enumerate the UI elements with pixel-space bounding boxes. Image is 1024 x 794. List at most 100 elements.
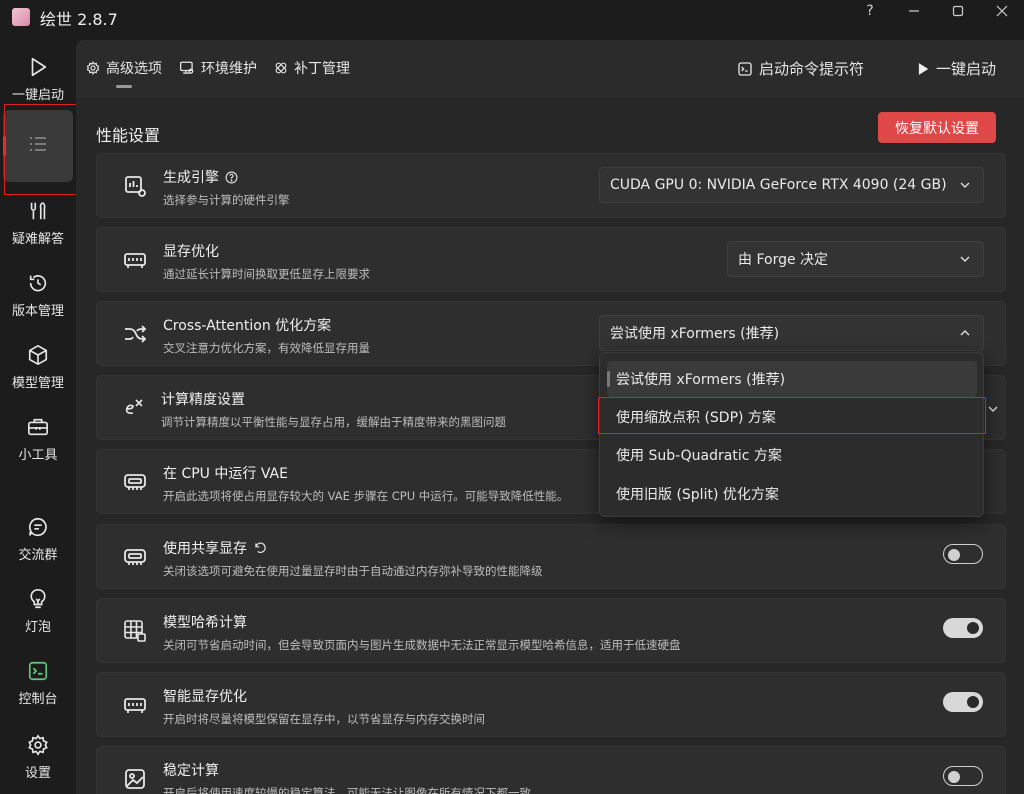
settings-icon [28,734,48,756]
dropdown-option-split[interactable]: 使用旧版 (Split) 优化方案 [600,476,983,512]
tab-patches[interactable]: 补丁管理 [274,58,350,78]
select-value: 由 Forge 决定 [738,252,829,268]
memory-icon [124,253,146,268]
toolbox-icon [28,418,48,436]
minimize-button[interactable] [892,0,936,22]
setting-description: 选择参与计算的硬件引擎 [163,193,290,207]
setting-title: 稳定计算 [163,763,219,779]
setting-vram-optimization: 显存优化 通过延长计算时间换取更低显存上限要求 由 Forge 决定 [96,227,1006,292]
terminal-icon [738,61,752,76]
setting-generation-engine: 生成引擎 选择参与计算的硬件引擎 CUDA GPU 0: NVIDIA GeFo… [96,153,1006,218]
gear-icon [86,61,100,75]
sidebar-item-console[interactable]: 控制台 [0,660,76,707]
sidebar-item-label: 疑难解答 [11,232,64,247]
sidebar-item-label: 版本管理 [11,304,64,319]
sidebar-item-advanced[interactable] [3,110,73,182]
minimize-icon [909,10,919,12]
setting-title-text: 使用共享显存 [163,541,247,557]
chevron-down-icon[interactable] [987,403,999,415]
toggle-knob [967,696,979,708]
tab-label: 高级选项 [106,61,162,77]
sidebar-item-launch[interactable]: 一键启动 [0,56,76,103]
dropdown-option-sdp[interactable]: 使用缩放点积 (SDP) 方案 [600,399,983,435]
setting-title: Cross-Attention 优化方案 [163,318,332,334]
setting-title: 模型哈希计算 [163,615,247,631]
setting-description: 调节计算精度以平衡性能与显存占用，缓解由于精度带来的黑图问题 [161,415,506,429]
active-tab-indicator [116,85,132,88]
sidebar-item-versions[interactable]: 版本管理 [0,272,76,319]
help-button[interactable]: ? [848,0,892,22]
help-icon[interactable] [225,171,238,184]
setting-title: 计算精度设置 [161,392,245,408]
select-value: 尝试使用 xFormers (推荐) [610,326,780,342]
selection-indicator [3,136,6,156]
dropdown-option-sub-quadratic[interactable]: 使用 Sub-Quadratic 方案 [600,437,983,473]
tab-label: 环境维护 [201,61,257,77]
setting-description: 交叉注意力优化方案，有效降低显存用量 [163,341,370,355]
maximize-button[interactable] [936,0,980,22]
one-click-launch-button[interactable]: 一键启动 [916,58,996,79]
history-icon [29,275,47,292]
calculator-grid-icon [124,620,146,642]
setting-title: 生成引擎 [163,167,238,187]
setting-description: 开启后将使用速度较慢的稳定算法，可能无法让图像在所有情况下都一致 [163,786,531,794]
sidebar-item-label: 一键启动 [11,88,64,103]
shared-vram-toggle[interactable] [943,544,983,564]
option-label: 尝试使用 xFormers (推荐) [616,372,786,388]
chevron-down-icon [960,182,970,188]
chevron-up-icon [960,330,970,336]
reset-defaults-button[interactable]: 恢复默认设置 [878,112,996,143]
sidebar-item-label: 控制台 [18,692,58,707]
setting-smart-vram: 智能显存优化 开启时将尽量将模型保留在显存中，以节省显存与内存交换时间 [96,672,1006,737]
model-hash-toggle[interactable] [943,618,983,638]
sidebar-item-label: 模型管理 [11,376,64,391]
option-label: 使用 Sub-Quadratic 方案 [616,448,782,464]
tab-advanced-options[interactable]: 高级选项 [86,58,162,78]
console-icon [28,661,48,681]
setting-title: 显存优化 [163,244,219,260]
toggle-knob [967,622,979,634]
setting-shared-vram: 使用共享显存 关闭该选项可避免在使用过量显存时由于自动通过内存弥补导致的性能降级 [96,524,1006,589]
sidebar: 一键启动 疑难解答 版本管理 模型管理 小工具 交流群 灯泡 控制台 设置 [0,38,76,794]
play-icon [918,62,929,75]
chip-gear-icon [125,176,146,197]
image-icon [125,769,145,789]
sidebar-item-settings[interactable]: 设置 [0,734,76,781]
close-button[interactable] [980,0,1024,22]
gpu-icon [124,474,146,490]
title-bar: 绘世 2.8.7 ? [0,0,1024,38]
list-icon [30,137,46,151]
stable-compute-toggle[interactable] [943,766,983,786]
exponent-icon [125,399,143,414]
smart-vram-toggle[interactable] [943,692,983,712]
sidebar-item-tools[interactable]: 小工具 [0,416,76,463]
console-button-label: 启动命令提示符 [759,60,865,78]
gpu-icon [124,549,146,565]
tab-label: 补丁管理 [294,61,350,77]
tab-environment[interactable]: 环境维护 [179,58,257,78]
setting-description: 开启此选项将使占用显存较大的 VAE 步骤在 CPU 中运行。可能导致降低性能。 [163,489,569,503]
cross-attention-select[interactable]: 尝试使用 xFormers (推荐) [599,315,984,351]
app-title: 绘世 2.8.7 [40,10,118,29]
dropdown-option-xformers[interactable]: 尝试使用 xFormers (推荐) [607,361,977,397]
sidebar-item-label: 灯泡 [24,620,51,635]
memory-icon [124,698,146,713]
setting-title: 在 CPU 中运行 VAE [163,466,288,482]
bulb-icon [30,589,46,609]
sidebar-item-models[interactable]: 模型管理 [0,344,76,391]
sidebar-item-bulb[interactable]: 灯泡 [0,588,76,635]
toggle-knob [948,549,960,561]
vram-optimization-select[interactable]: 由 Forge 决定 [727,241,984,277]
sidebar-item-community[interactable]: 交流群 [0,516,76,563]
setting-description: 通过延长计算时间换取更低显存上限要求 [163,267,370,281]
chat-icon [28,517,47,537]
undo-icon[interactable] [253,541,267,555]
generation-engine-select[interactable]: CUDA GPU 0: NVIDIA GeForce RTX 4090 (24 … [599,167,984,203]
shuffle-icon [125,325,147,343]
sidebar-item-label: 小工具 [18,448,58,463]
setting-description: 关闭可节省启动时间，但会导致页面内与图片生成数据中无法正常显示模型哈希信息，适用… [163,638,681,652]
cube-icon [28,345,48,365]
sidebar-item-troubleshoot[interactable]: 疑难解答 [0,200,76,247]
close-icon [996,5,1008,17]
open-console-button[interactable]: 启动命令提示符 [737,58,864,79]
